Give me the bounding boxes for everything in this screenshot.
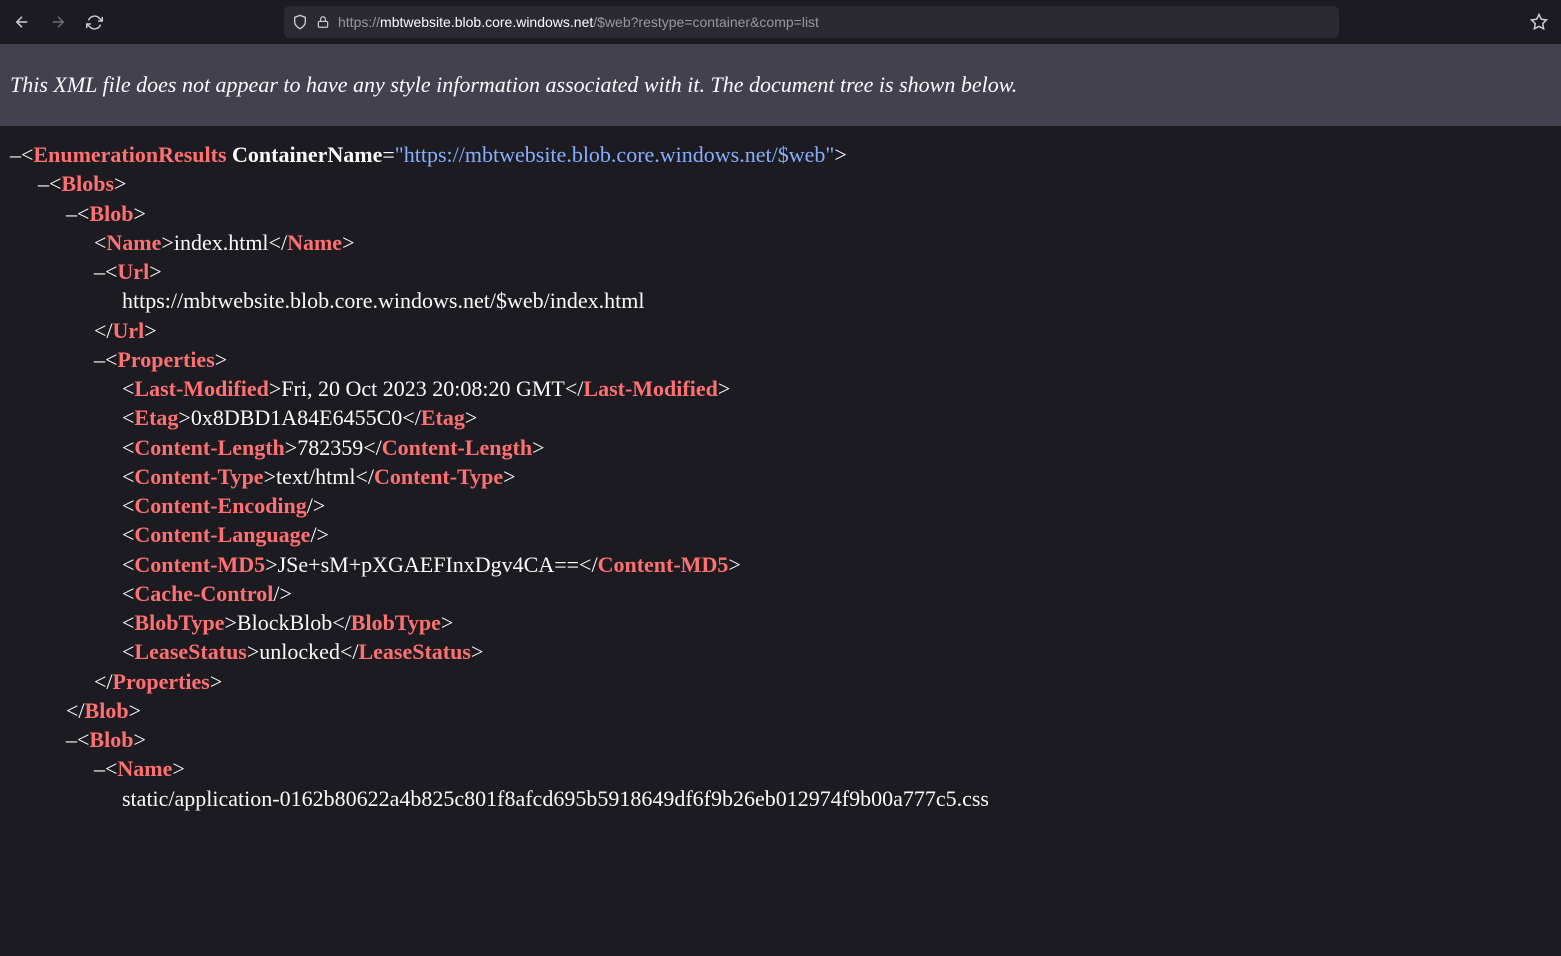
browser-toolbar: https://mbtwebsite.blob.core.windows.net… (0, 0, 1561, 44)
xml-node[interactable]: –<EnumerationResults ContainerName="http… (10, 140, 1551, 169)
xml-node[interactable]: –<Blob> (10, 725, 1551, 754)
xml-node[interactable]: <Name>index.html</Name> (10, 228, 1551, 257)
reload-icon (86, 14, 103, 31)
star-icon (1530, 13, 1548, 31)
xml-node[interactable]: –<Properties> (10, 345, 1551, 374)
url-scheme: https:// (338, 14, 380, 30)
xml-node[interactable]: <BlobType>BlockBlob</BlobType> (10, 608, 1551, 637)
lock-icon (316, 15, 330, 29)
xml-node[interactable]: <Etag>0x8DBD1A84E6455C0</Etag> (10, 403, 1551, 432)
url-text: https://mbtwebsite.blob.core.windows.net… (338, 14, 819, 30)
xml-node[interactable]: <Content-Type>text/html</Content-Type> (10, 462, 1551, 491)
xml-node[interactable]: </Blob> (10, 696, 1551, 725)
xml-node[interactable]: </Properties> (10, 667, 1551, 696)
xml-node[interactable]: </Url> (10, 316, 1551, 345)
xml-text: https://mbtwebsite.blob.core.windows.net… (10, 286, 1551, 315)
back-button[interactable] (6, 6, 38, 38)
xml-node[interactable]: <Content-MD5>JSe+sM+pXGAEFInxDgv4CA==</C… (10, 550, 1551, 579)
xml-node[interactable]: –<Blob> (10, 199, 1551, 228)
url-bar[interactable]: https://mbtwebsite.blob.core.windows.net… (284, 6, 1339, 38)
xml-text: static/application-0162b80622a4b825c801f… (10, 784, 1551, 813)
url-domain: mbtwebsite.blob.core.windows.net (380, 14, 593, 30)
xml-node[interactable]: –<Blobs> (10, 169, 1551, 198)
xml-node[interactable]: <Last-Modified>Fri, 20 Oct 2023 20:08:20… (10, 374, 1551, 403)
xml-node[interactable]: <Content-Length>782359</Content-Length> (10, 433, 1551, 462)
xml-node[interactable]: <Content-Language/> (10, 520, 1551, 549)
xml-node[interactable]: <Content-Encoding/> (10, 491, 1551, 520)
reload-button[interactable] (78, 6, 110, 38)
shield-icon (292, 14, 308, 30)
arrow-right-icon (49, 13, 67, 31)
xml-node[interactable]: <LeaseStatus>unlocked</LeaseStatus> (10, 637, 1551, 666)
forward-button[interactable] (42, 6, 74, 38)
xml-node[interactable]: –<Url> (10, 257, 1551, 286)
arrow-left-icon (13, 13, 31, 31)
xml-node[interactable]: <Cache-Control/> (10, 579, 1551, 608)
url-path: /$web?restype=container&comp=list (593, 14, 819, 30)
xml-tree: –<EnumerationResults ContainerName="http… (0, 130, 1561, 813)
bookmark-button[interactable] (1523, 6, 1555, 38)
xml-node[interactable]: –<Name> (10, 754, 1551, 783)
xml-banner: This XML file does not appear to have an… (0, 44, 1561, 128)
